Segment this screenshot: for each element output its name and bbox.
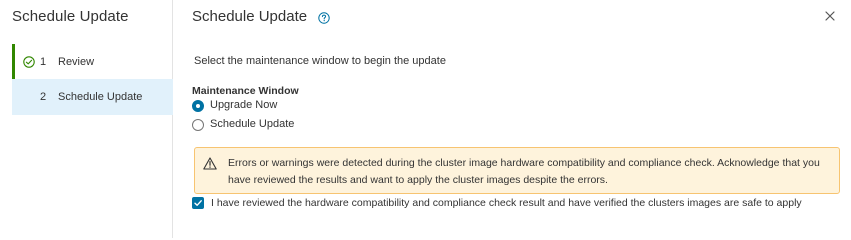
wizard-content: Schedule Update Select the maintenance w… [174, 0, 851, 238]
warning-message: Errors or warnings were detected during … [228, 157, 820, 186]
page-title: Schedule Update [192, 8, 308, 25]
step-label: Review [58, 56, 95, 68]
radio-button-selected[interactable] [192, 100, 204, 112]
check-circle-icon [23, 56, 35, 68]
warning-alert: Errors or warnings were detected during … [194, 147, 840, 194]
radio-button[interactable] [192, 119, 204, 131]
radio-label: Upgrade Now [210, 99, 278, 111]
acknowledge-label: I have reviewed the hardware compatibili… [211, 197, 802, 209]
checkmark-icon [194, 200, 202, 206]
step-number: 2 [40, 91, 47, 103]
wizard-step-nav: Schedule Update 1 Review 2 Schedule Upda… [0, 0, 173, 238]
close-icon[interactable] [823, 9, 837, 23]
step-label: Schedule Update [58, 91, 143, 103]
help-circle-icon[interactable] [318, 12, 330, 24]
maintenance-window-label: Maintenance Window [192, 85, 299, 97]
step-review[interactable]: 1 Review [12, 44, 173, 80]
warning-triangle-icon [203, 157, 217, 170]
radio-label: Schedule Update [210, 118, 295, 130]
acknowledge-checkbox[interactable] [192, 197, 204, 209]
schedule-update-wizard: Schedule Update 1 Review 2 Schedule Upda… [0, 0, 851, 238]
step-number: 1 [40, 56, 47, 68]
step-schedule-update[interactable]: 2 Schedule Update [12, 79, 173, 115]
instruction-text: Select the maintenance window to begin t… [194, 55, 446, 67]
wizard-title: Schedule Update [12, 8, 129, 25]
